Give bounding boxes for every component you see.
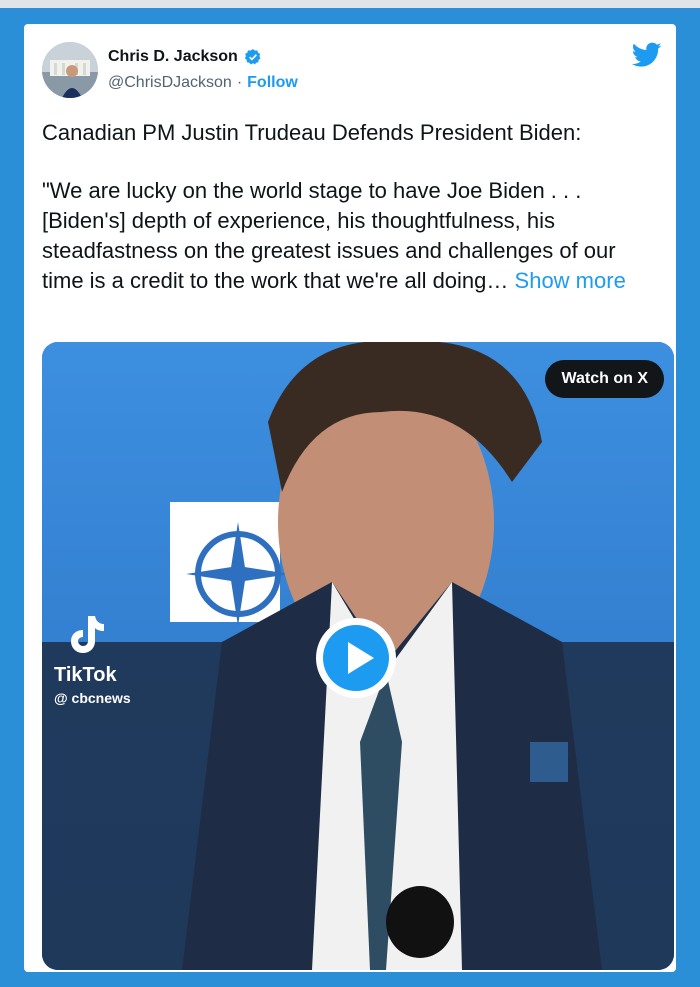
follow-button[interactable]: Follow: [247, 74, 298, 91]
author-handle[interactable]: @ChrisDJackson: [108, 74, 232, 91]
show-more-link[interactable]: Show more: [515, 268, 626, 293]
avatar[interactable]: [42, 42, 98, 98]
video-player[interactable]: Watch on X TikTok @ cbcnews: [42, 342, 674, 970]
bottom-edge: [0, 972, 700, 987]
author-name[interactable]: Chris D. Jackson: [108, 48, 238, 66]
watch-on-x-button[interactable]: Watch on X: [545, 360, 664, 398]
handle-row: @ChrisDJackson · Follow: [108, 74, 298, 92]
tweet-text: Canadian PM Justin Trudeau Defends Presi…: [42, 118, 662, 296]
author-row: Chris D. Jackson: [108, 48, 262, 66]
tiktok-logo-icon: [71, 616, 104, 653]
separator-dot: ·: [236, 74, 243, 91]
play-icon[interactable]: [314, 616, 398, 700]
tiktok-handle: @ cbcnews: [54, 690, 131, 706]
tiktok-brand: TikTok: [54, 664, 117, 686]
tweet-headline: Canadian PM Justin Trudeau Defends Presi…: [42, 120, 582, 145]
twitter-bird-icon[interactable]: [632, 42, 662, 68]
top-edge: [0, 0, 700, 8]
tweet-card: Chris D. Jackson @ChrisDJackson · Follow C…: [24, 24, 676, 972]
verified-badge-icon: [244, 49, 261, 65]
